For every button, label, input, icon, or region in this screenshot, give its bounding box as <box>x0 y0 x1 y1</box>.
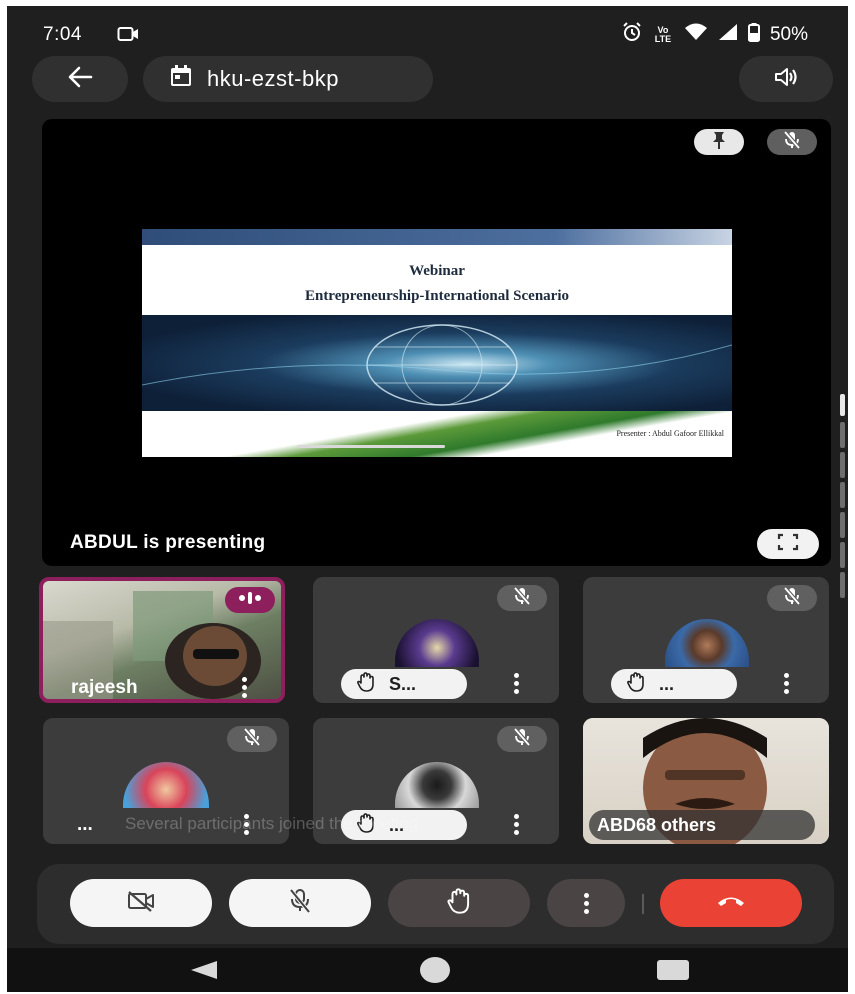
participant-tile[interactable]: rajeesh <box>39 577 285 703</box>
mic-off-icon <box>782 586 802 611</box>
battery-icon <box>747 22 760 48</box>
speaking-indicator <box>225 587 275 613</box>
pin-button[interactable] <box>694 129 744 155</box>
mic-off-icon <box>242 727 262 752</box>
globe-image <box>142 315 732 413</box>
app-screen: 7:04 Vo LTE 50% hku-ezst-bkp Webinar Ent… <box>7 6 848 992</box>
scroll-indicator <box>840 572 845 598</box>
calendar-icon <box>169 64 193 94</box>
screen-record-icon <box>117 26 139 47</box>
participant-options-button[interactable] <box>241 677 247 698</box>
meeting-code: hku-ezst-bkp <box>207 66 339 91</box>
arrow-left-icon <box>67 66 93 93</box>
slide-presenter: Presenter : Abdul Gafoor Ellikkal <box>616 429 724 438</box>
status-icons: Vo LTE 50% <box>622 22 808 48</box>
signal-icon <box>718 23 738 47</box>
status-time: 7:04 <box>43 24 82 45</box>
presentation-stage[interactable]: Webinar Entrepreneurship-International S… <box>42 119 831 566</box>
more-vert-icon <box>513 814 519 835</box>
scroll-indicator <box>840 512 845 538</box>
system-nav-bar <box>7 948 848 992</box>
volte-badge: Vo LTE <box>654 25 672 44</box>
slide-header-band <box>142 229 732 245</box>
participant-avatar <box>123 762 209 808</box>
shared-slide: Webinar Entrepreneurship-International S… <box>142 229 732 457</box>
fullscreen-icon <box>777 533 799 556</box>
participant-name: S... <box>389 673 417 694</box>
volume-icon <box>774 66 798 93</box>
pin-icon <box>711 131 727 154</box>
slide-title: Webinar <box>409 263 465 279</box>
participant-avatar <box>395 762 479 808</box>
participant-name: rajeesh <box>71 677 138 698</box>
participant-name: ... <box>77 814 93 835</box>
participant-options-button[interactable] <box>513 673 519 694</box>
participant-name-pill: ... <box>611 669 737 699</box>
more-vert-icon <box>783 673 789 694</box>
mic-off-icon <box>512 586 532 611</box>
scroll-indicator <box>840 482 845 508</box>
others-pill: ABD 68 others <box>589 810 815 840</box>
back-button[interactable] <box>32 56 128 102</box>
participant-mute-indicator <box>497 585 547 611</box>
slide-progress-bar <box>297 445 445 448</box>
raise-hand-button[interactable] <box>388 879 530 927</box>
participant-avatar <box>665 619 749 667</box>
presenting-label: ABDUL is presenting <box>70 532 266 553</box>
nav-recents-button[interactable] <box>657 960 689 980</box>
end-call-icon <box>716 894 746 913</box>
participant-mute-indicator <box>497 726 547 752</box>
nav-home-button[interactable] <box>420 957 450 983</box>
others-count: 68 others <box>636 814 717 835</box>
meeting-info-button[interactable]: hku-ezst-bkp <box>143 56 433 102</box>
participant-name: ... <box>659 673 675 694</box>
alarm-icon <box>622 22 642 48</box>
raise-hand-icon <box>357 671 375 697</box>
more-vert-icon <box>513 673 519 694</box>
nav-back-button[interactable] <box>189 960 219 985</box>
mic-off-icon <box>512 727 532 752</box>
mic-toggle-button[interactable] <box>229 879 371 927</box>
more-options-button[interactable] <box>547 879 625 927</box>
raise-hand-icon <box>447 887 471 919</box>
camera-toggle-button[interactable] <box>70 879 212 927</box>
scroll-indicator <box>840 422 845 448</box>
fullscreen-button[interactable] <box>757 529 819 559</box>
participant-tile[interactable]: S... <box>313 577 559 703</box>
battery-percent: 50% <box>769 24 808 45</box>
participant-mute-indicator <box>227 726 277 752</box>
participant-options-button[interactable] <box>783 673 789 694</box>
scroll-indicator-active <box>840 394 845 416</box>
scroll-indicator <box>840 452 845 478</box>
controls-divider <box>642 894 644 914</box>
camera-off-icon <box>126 889 156 918</box>
participant-name: ABD <box>597 814 636 835</box>
participant-name-pill: S... <box>341 669 467 699</box>
participant-avatar <box>395 619 479 667</box>
participant-mute-indicator <box>767 585 817 611</box>
mic-off-icon <box>782 130 802 155</box>
mic-off-icon <box>288 888 312 919</box>
audio-level-icon <box>239 591 261 610</box>
scroll-indicator <box>840 542 845 568</box>
audio-output-button[interactable] <box>739 56 833 102</box>
call-controls <box>37 864 834 944</box>
participant-tile[interactable]: ABD 68 others <box>583 718 829 844</box>
slide-subtitle: Entrepreneurship-International Scenario <box>304 288 570 304</box>
more-vert-icon <box>241 677 247 698</box>
raise-hand-icon <box>627 671 645 697</box>
presenter-mute-indicator <box>767 129 817 155</box>
triangle-back-icon <box>189 961 219 984</box>
participant-options-button[interactable] <box>513 814 519 835</box>
end-call-button[interactable] <box>660 879 802 927</box>
join-toast: Several participants joined the meeting <box>125 814 418 833</box>
wifi-icon <box>684 23 708 47</box>
participant-tile[interactable]: ... <box>583 577 829 703</box>
more-vert-icon <box>583 892 589 914</box>
